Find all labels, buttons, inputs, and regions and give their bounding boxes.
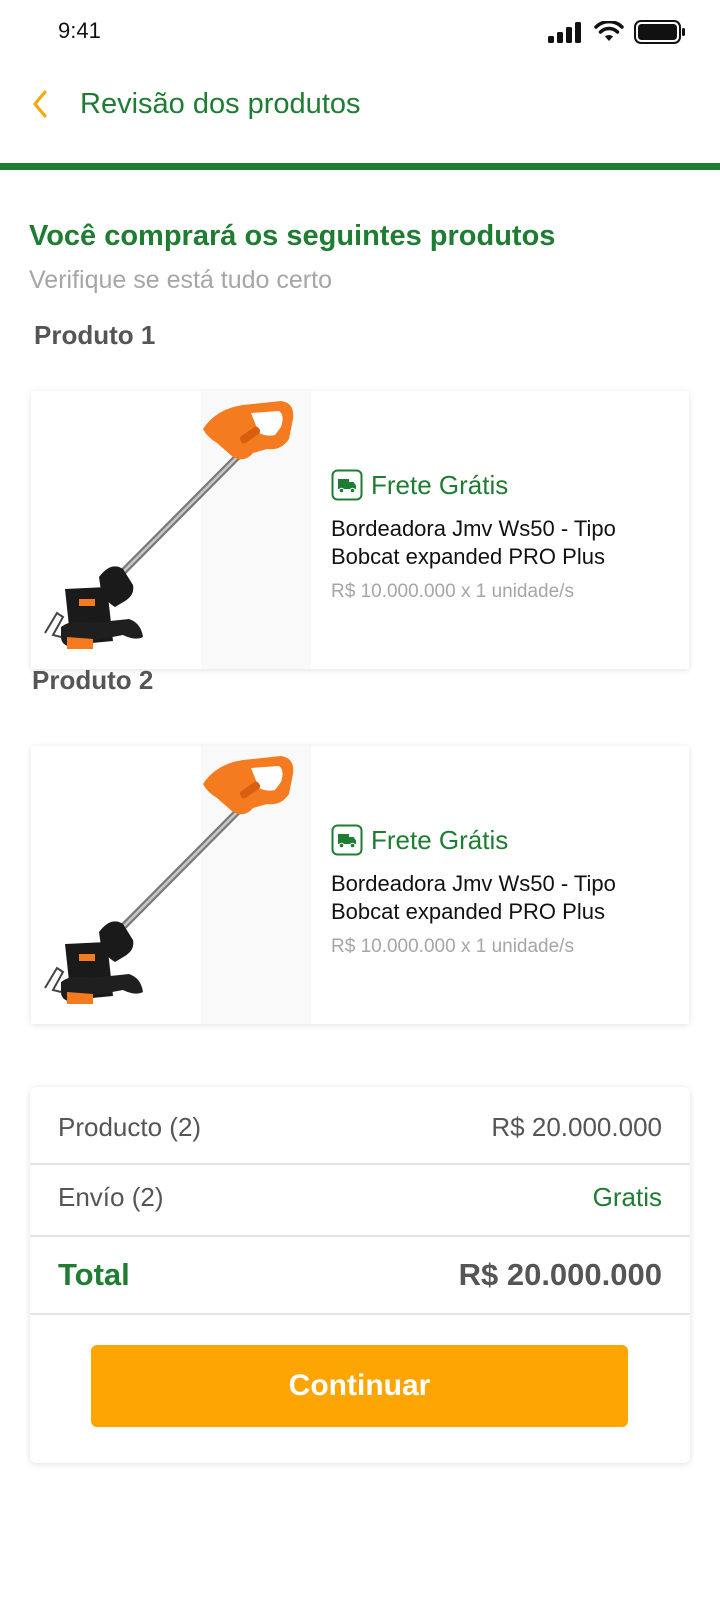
summary-products-label: Producto (2): [58, 1112, 202, 1142]
signal-icon: [548, 22, 581, 43]
product-name-line: Bordeadora Jmv Ws50 - Tipo: [331, 871, 616, 896]
product-heading: Produto 1: [34, 320, 156, 350]
summary-row-products: Producto (2) R$ 20.000.000: [30, 1087, 690, 1157]
summary-products-value: R$ 20.000.000: [491, 1112, 662, 1142]
product-price: R$ 10.000.000 x 1 unidade/s: [331, 581, 574, 602]
product-info: Frete Grátis Bordeadora Jmv Ws50 - Tipo …: [331, 469, 671, 603]
product-name-line: Bobcat expanded PRO Plus: [331, 899, 605, 924]
product-image: [31, 391, 311, 669]
truck-icon: [331, 824, 363, 856]
free-shipping-label: Frete Grátis: [371, 469, 509, 500]
app-header: Revisão dos produtos: [0, 62, 720, 162]
summary-shipping-value: Gratis: [592, 1182, 662, 1212]
product-heading: Produto 2: [32, 665, 154, 695]
product-image: [31, 746, 311, 1024]
free-shipping-label: Frete Grátis: [371, 824, 509, 855]
summary-divider: [30, 1313, 690, 1315]
section-title: Você comprará os seguintes produtos: [29, 220, 556, 252]
truck-icon: [331, 469, 363, 501]
summary-shipping-label: Envío (2): [58, 1182, 164, 1212]
summary-row-shipping: Envío (2) Gratis: [30, 1165, 690, 1235]
page-title: Revisão dos produtos: [80, 88, 361, 120]
product-name-line: Bordeadora Jmv Ws50 - Tipo: [331, 516, 616, 541]
summary-row-total: Total R$ 20.000.000: [30, 1237, 690, 1311]
product-card[interactable]: Frete Grátis Bordeadora Jmv Ws50 - Tipo …: [31, 746, 689, 1024]
battery-icon: [634, 20, 685, 44]
total-label: Total: [58, 1257, 130, 1292]
status-icons: [548, 20, 686, 44]
header-divider: [0, 163, 720, 170]
section-subtitle: Verifique se está tudo certo: [29, 266, 332, 294]
order-summary: Producto (2) R$ 20.000.000 Envío (2) Gra…: [30, 1087, 690, 1463]
status-time: 9:41: [58, 18, 101, 43]
product-name-line: Bobcat expanded PRO Plus: [331, 544, 605, 569]
continue-button[interactable]: Continuar: [91, 1345, 628, 1427]
shipping-row: Frete Grátis: [331, 469, 671, 501]
back-button[interactable]: [20, 82, 60, 126]
product-info: Frete Grátis Bordeadora Jmv Ws50 - Tipo …: [331, 824, 671, 958]
shipping-row: Frete Grátis: [331, 824, 671, 856]
wifi-icon: [594, 21, 624, 41]
status-bar: 9:41: [0, 0, 720, 62]
product-price: R$ 10.000.000 x 1 unidade/s: [331, 936, 574, 957]
total-value: R$ 20.000.000: [458, 1257, 662, 1292]
product-name: Bordeadora Jmv Ws50 - Tipo Bobcat expand…: [331, 870, 671, 926]
product-card[interactable]: Frete Grátis Bordeadora Jmv Ws50 - Tipo …: [31, 391, 689, 669]
product-name: Bordeadora Jmv Ws50 - Tipo Bobcat expand…: [331, 515, 671, 571]
chevron-left-icon: [33, 90, 47, 118]
